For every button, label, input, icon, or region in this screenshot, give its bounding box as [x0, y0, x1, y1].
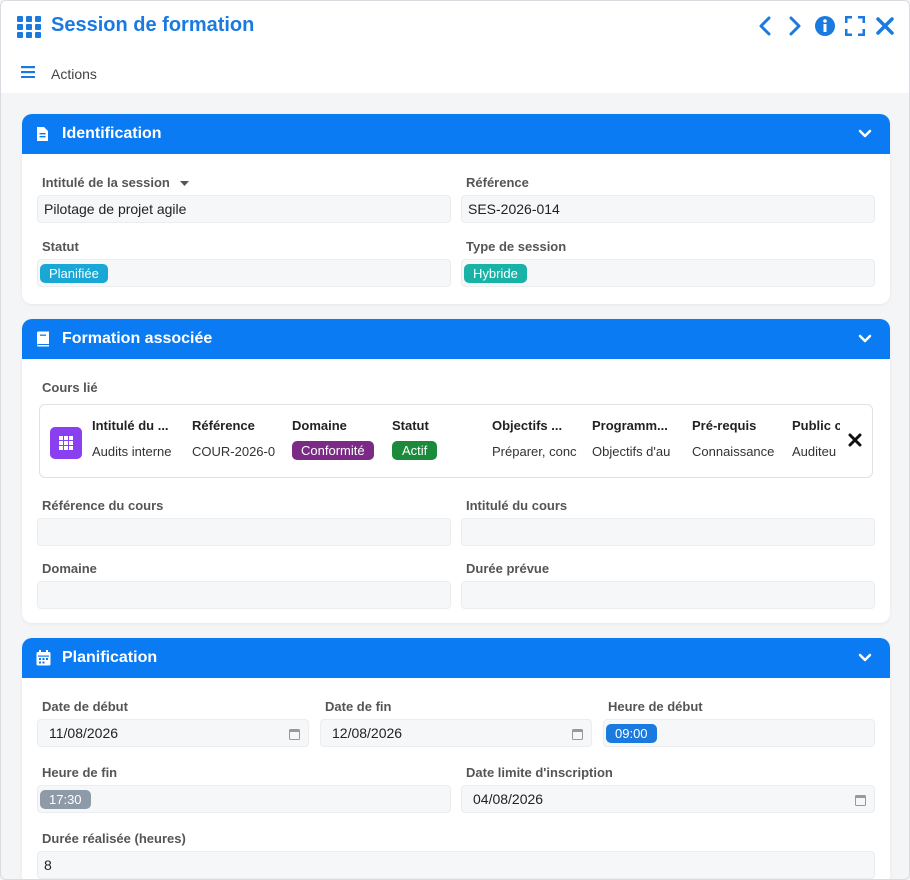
ref-cours-label: Référence du cours [42, 498, 164, 513]
intitule-field[interactable]: Pilotage de projet agile [37, 195, 451, 223]
duree-prevue-label: Durée prévue [466, 561, 550, 576]
linked-col-objectifs: Objectifs ... Préparer, conc [492, 418, 580, 459]
chevron-left-icon[interactable] [755, 15, 775, 37]
linked-col-value: Préparer, conc [492, 444, 577, 459]
heure-fin-label: Heure de fin [42, 765, 118, 780]
identification-section: Identification Intitulé de la session Pi… [22, 114, 890, 304]
formation-header[interactable]: Formation associée [22, 319, 890, 359]
linked-col-programme: Programm... Objectifs d'au [592, 418, 680, 459]
session-window: Session de formation Actions Identificat… [0, 0, 910, 880]
linked-col-statut: Statut Actif [392, 418, 480, 460]
planification-title: Planification [62, 649, 158, 666]
date-limite-field[interactable]: 04/08/2026 [461, 785, 875, 813]
actions-label[interactable]: Actions [51, 66, 97, 82]
heure-fin-field[interactable]: 17:30 [37, 785, 451, 813]
book-icon [36, 331, 52, 347]
linked-col-public: Public c Auditeu [792, 418, 840, 459]
top-bar: Session de formation Actions [1, 1, 909, 93]
linked-col-value: Objectifs d'au [592, 444, 671, 459]
chevron-down-icon[interactable] [858, 331, 872, 349]
linked-col-header: Public c [792, 418, 840, 433]
linked-col-value: Audits interne [92, 444, 172, 459]
linked-col-header: Objectifs ... [492, 418, 563, 433]
heure-debut-field[interactable]: 09:00 [603, 719, 875, 747]
cours-lie-label: Cours lié [42, 380, 98, 395]
planification-header[interactable]: Planification [22, 638, 890, 678]
linked-course-row[interactable]: Intitulé du ... Audits interne Référence… [39, 404, 873, 478]
linked-col-header: Domaine [292, 418, 347, 433]
type-session-field[interactable]: Hybride [461, 259, 875, 287]
linked-col-header: Statut [392, 418, 429, 433]
page-title: Session de formation [51, 14, 255, 36]
type-badge: Hybride [464, 263, 527, 283]
linked-col-intitule: Intitulé du ... Audits interne [92, 418, 180, 459]
linked-col-value: Auditeu [792, 444, 837, 459]
status-badge: Actif [392, 441, 438, 460]
calendar-icon[interactable] [855, 793, 866, 809]
domain-badge: Conformité [292, 441, 374, 460]
linked-col-header: Intitulé du ... [92, 418, 169, 433]
ref-cours-field[interactable] [37, 518, 451, 546]
info-icon[interactable] [815, 15, 835, 37]
hamburger-icon[interactable] [21, 65, 35, 83]
type-session-label: Type de session [466, 239, 567, 254]
time-badge: 09:00 [606, 723, 657, 743]
formation-title: Formation associée [62, 330, 213, 347]
grid-icon[interactable] [17, 16, 41, 38]
duree-prevue-field[interactable] [461, 581, 875, 609]
chevron-right-icon[interactable] [785, 15, 805, 37]
date-debut-label: Date de début [42, 699, 128, 714]
planification-section: Planification Date de début 11/08/2026 D… [22, 638, 890, 879]
linked-col-prerequis: Pré-requis Connaissance [692, 418, 780, 459]
duree-realisee-field[interactable]: 8 [37, 851, 875, 879]
date-debut-field[interactable]: 11/08/2026 [37, 719, 309, 747]
grid-icon [50, 427, 82, 459]
domaine-field[interactable] [37, 581, 451, 609]
chevron-down-icon[interactable] [858, 126, 872, 144]
linked-col-header: Référence [192, 418, 255, 433]
domaine-label: Domaine [42, 561, 97, 576]
intitule-cours-label: Intitulé du cours [466, 498, 568, 513]
reference-label: Référence [466, 175, 529, 190]
date-fin-label: Date de fin [325, 699, 392, 714]
fullscreen-icon[interactable] [845, 15, 865, 37]
linked-col-value: Connaissance [692, 444, 775, 459]
calendar-icon [36, 650, 52, 666]
close-icon[interactable] [848, 433, 864, 449]
date-debut-value: 11/08/2026 [49, 725, 119, 741]
heure-debut-label: Heure de début [608, 699, 703, 714]
date-limite-value: 04/08/2026 [473, 791, 544, 807]
date-fin-field[interactable]: 12/08/2026 [320, 719, 592, 747]
linked-col-header: Pré-requis [692, 418, 757, 433]
linked-col-header: Programm... [592, 418, 668, 433]
linked-col-value: COUR-2026-0 [192, 444, 276, 459]
date-limite-label: Date limite d'inscription [466, 765, 613, 780]
status-badge: Planifiée [40, 263, 108, 283]
formation-section: Formation associée Cours lié Intitulé du… [22, 319, 890, 623]
chevron-down-icon[interactable] [858, 650, 872, 668]
intitule-cours-field[interactable] [461, 518, 875, 546]
intitule-label-wrap: Intitulé de la session [42, 175, 189, 190]
close-icon[interactable] [875, 15, 895, 37]
statut-label: Statut [42, 239, 79, 254]
calendar-icon[interactable] [572, 727, 583, 743]
time-badge: 17:30 [40, 789, 91, 809]
identification-header[interactable]: Identification [22, 114, 890, 154]
linked-col-domaine: Domaine Conformité [292, 418, 380, 460]
actions-menu[interactable]: Actions [21, 65, 97, 83]
reference-field[interactable]: SES-2026-014 [461, 195, 875, 223]
window-controls [755, 15, 895, 37]
identification-title: Identification [62, 125, 162, 142]
duree-realisee-label: Durée réalisée (heures) [42, 831, 186, 846]
linked-col-reference: Référence COUR-2026-0 [192, 418, 280, 459]
caret-down-icon[interactable] [179, 175, 189, 190]
calendar-icon[interactable] [289, 727, 300, 743]
date-fin-value: 12/08/2026 [332, 725, 403, 741]
intitule-label: Intitulé de la session [42, 175, 170, 190]
statut-field[interactable]: Planifiée [37, 259, 451, 287]
document-icon [36, 126, 52, 142]
